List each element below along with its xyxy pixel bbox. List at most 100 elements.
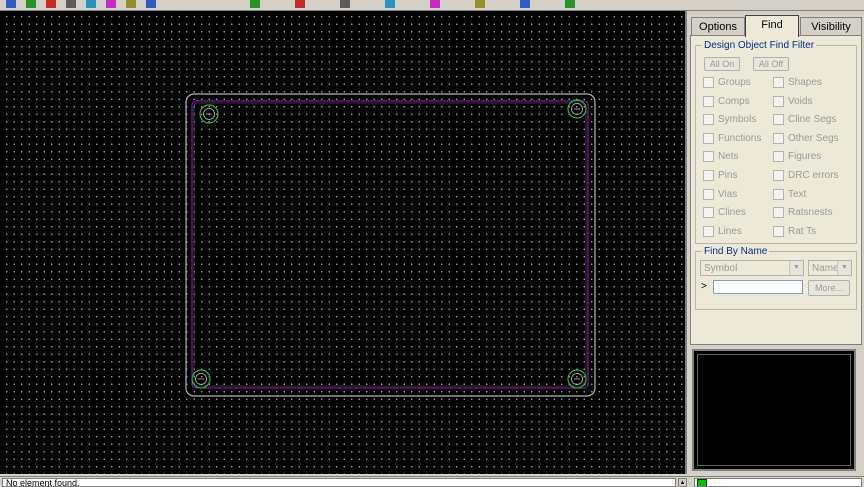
name-input[interactable] [713, 280, 803, 294]
mounting-hole[interactable] [199, 104, 219, 124]
filter-checkbox[interactable]: Comps [703, 95, 750, 108]
status-bar: No element found. ▲ [0, 476, 864, 487]
highlight-icon[interactable] [565, 0, 575, 8]
tab-label: Visibility [811, 21, 851, 33]
all-on-button[interactable]: All On [704, 57, 740, 71]
checkbox-box[interactable] [703, 77, 714, 88]
world-view-preview[interactable] [692, 349, 856, 471]
filter-checkbox-label: Lines [718, 225, 742, 237]
filter-checkbox-label: Clines [718, 207, 746, 219]
filter-checkbox[interactable]: Nets [703, 150, 739, 163]
package-keepin-outline [193, 102, 587, 387]
grid-icon[interactable] [250, 0, 260, 8]
object-type-select[interactable]: Symbol ▼ [700, 260, 804, 276]
mounting-hole[interactable] [567, 369, 587, 389]
filter-checkbox-label: Figures [788, 151, 822, 163]
filter-checkbox-label: Comps [718, 95, 750, 107]
filter-checkbox[interactable]: Ratsnests [773, 206, 832, 219]
filter-checkbox[interactable]: Rat Ts [773, 225, 816, 238]
checkbox-box[interactable] [703, 95, 714, 107]
filter-checkbox-label: Text [788, 188, 807, 200]
filter-checkbox[interactable]: Voids [773, 95, 812, 108]
name-prompt: > [701, 281, 707, 292]
filter-checkbox[interactable]: Lines [703, 225, 742, 238]
filter-checkbox[interactable]: Symbols [703, 113, 756, 126]
filter-checkbox[interactable]: Other Segs [773, 132, 839, 145]
filter-checkbox[interactable]: Shapes [773, 76, 822, 89]
filter-checkbox[interactable]: Clines [703, 206, 746, 219]
checkbox-box[interactable] [703, 114, 714, 126]
filter-checkbox[interactable]: Pins [703, 169, 737, 182]
undo-icon[interactable] [46, 0, 56, 8]
route-icon[interactable] [295, 0, 305, 8]
tab-visibility[interactable]: Visibility [800, 17, 862, 36]
checkbox-box[interactable] [773, 225, 784, 237]
save-icon[interactable] [26, 0, 36, 8]
board-outline [185, 93, 596, 397]
more-button[interactable]: More... [808, 280, 850, 296]
filter-checkbox-label: Other Segs [788, 132, 839, 144]
measure-icon[interactable] [520, 0, 530, 8]
filter-checkbox-label: Functions [718, 132, 762, 144]
tab-label: Options [699, 21, 737, 33]
zoom-fit-icon[interactable] [126, 0, 136, 8]
world-view-frame [697, 354, 851, 466]
drc-icon[interactable] [385, 0, 395, 8]
text-icon[interactable] [475, 0, 485, 8]
find-by-name-group: Find By Name [695, 246, 857, 310]
checkbox-box[interactable] [773, 95, 784, 107]
layer-icon[interactable] [146, 0, 156, 8]
filter-checkbox-label: Groups [718, 77, 751, 88]
filter-checkbox-label: Ratsnests [788, 207, 833, 219]
filter-checkbox-label: Cline Segs [788, 114, 837, 126]
checkbox-box[interactable] [773, 151, 784, 163]
checkbox-box[interactable] [773, 114, 784, 126]
checkbox-box[interactable] [773, 188, 784, 200]
route-keepin-outline [191, 100, 589, 389]
checkbox-box[interactable] [703, 188, 714, 200]
filter-checkbox[interactable]: Functions [703, 132, 761, 145]
name-mode-value: Name [812, 263, 839, 274]
redo-icon[interactable] [66, 0, 76, 8]
filter-checkbox[interactable]: Figures [773, 150, 821, 163]
filter-checkbox[interactable]: DRC errors [773, 169, 839, 182]
filter-checkbox-label: Symbols [718, 114, 757, 126]
tab-find[interactable]: Find [745, 15, 799, 37]
checkbox-box[interactable] [773, 77, 784, 88]
checkbox-box[interactable] [703, 207, 714, 219]
via-icon[interactable] [340, 0, 350, 8]
checkbox-box[interactable] [773, 132, 784, 144]
find-filter-legend: Design Object Find Filter [704, 40, 815, 51]
filter-checkbox[interactable]: Text [773, 188, 806, 201]
shape-icon[interactable] [430, 0, 440, 8]
tab-label: Find [761, 19, 783, 31]
find-by-name-legend: Find By Name [704, 246, 768, 257]
design-canvas[interactable] [0, 11, 687, 474]
checkbox-box[interactable] [703, 170, 714, 181]
filter-checkbox-label: Pins [718, 170, 738, 181]
zoom-in-icon[interactable] [86, 0, 96, 8]
checkbox-box[interactable] [703, 132, 714, 144]
zoom-out-icon[interactable] [106, 0, 116, 8]
filter-checkbox-label: Voids [788, 95, 813, 107]
control-panel: Options Find Visibility Design Object Fi… [688, 11, 864, 474]
open-icon[interactable] [6, 0, 16, 8]
filter-checkbox[interactable]: Groups [703, 76, 751, 89]
find-tab-body: Design Object Find Filter All On All Off… [690, 35, 862, 345]
chevron-down-icon[interactable]: ▼ [789, 261, 803, 275]
checkbox-box[interactable] [773, 207, 784, 219]
checkbox-box[interactable] [703, 151, 714, 163]
name-mode-select[interactable]: Name ▼ [808, 260, 852, 276]
mounting-hole[interactable] [191, 369, 211, 389]
filter-checkbox-label: Shapes [788, 77, 822, 88]
board-drawing [185, 93, 596, 397]
filter-checkbox[interactable]: Vias [703, 188, 737, 201]
filter-checkbox-label: Vias [718, 188, 738, 200]
tab-options[interactable]: Options [691, 17, 745, 36]
filter-checkbox[interactable]: Cline Segs [773, 113, 836, 126]
checkbox-box[interactable] [703, 225, 714, 237]
toolbar [0, 0, 864, 11]
chevron-down-icon[interactable]: ▼ [837, 261, 851, 275]
checkbox-box[interactable] [773, 170, 784, 181]
all-off-button[interactable]: All Off [753, 57, 789, 71]
